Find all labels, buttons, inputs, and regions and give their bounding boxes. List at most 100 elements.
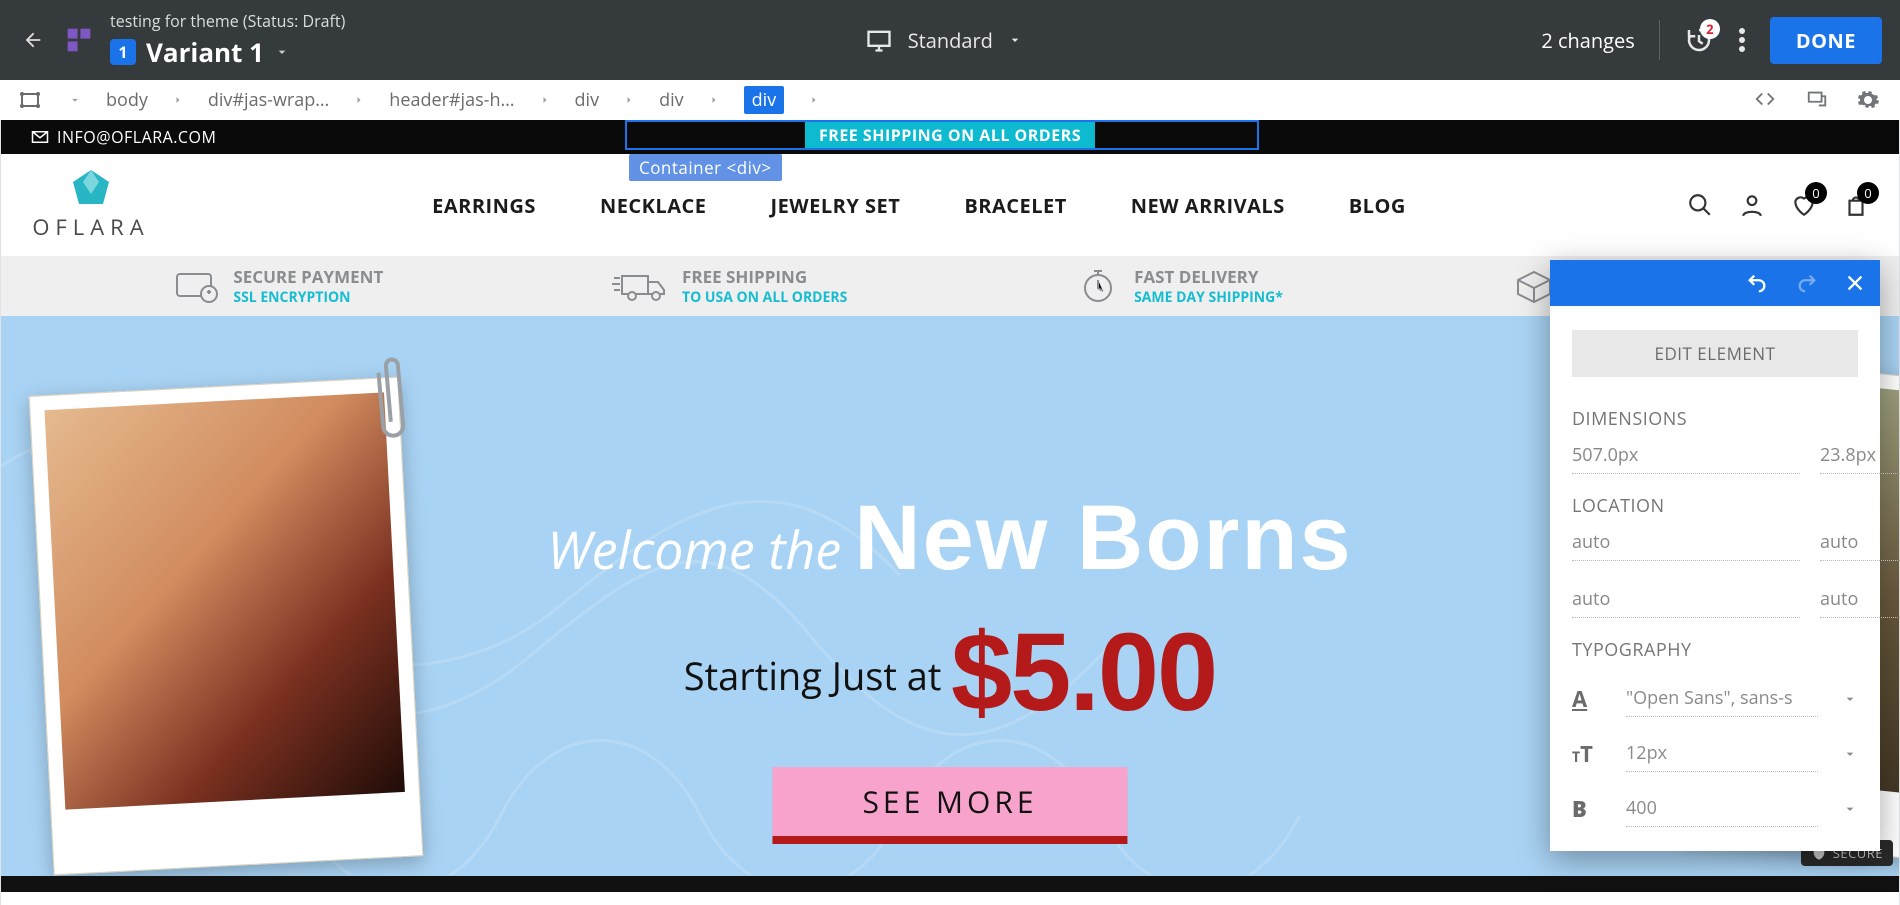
hero-price: $5.00 xyxy=(951,611,1216,734)
devices-icon xyxy=(1804,88,1830,110)
nav-link[interactable]: BLOG xyxy=(1349,192,1406,219)
desktop-icon xyxy=(864,26,894,54)
crumb-item[interactable]: header#jas-h… xyxy=(389,88,514,112)
code-view-button[interactable] xyxy=(1752,88,1778,112)
cart-count-badge: 0 xyxy=(1857,182,1879,204)
page-title-block: testing for theme (Status: Draft) 1 Vari… xyxy=(110,10,345,70)
feature-sub: SAME DAY SHIPPING* xyxy=(1134,288,1283,307)
hero-welcome: Welcome the xyxy=(547,514,841,585)
font-weight-icon: B xyxy=(1572,794,1602,824)
user-icon xyxy=(1739,192,1765,218)
close-panel-button[interactable] xyxy=(1844,272,1866,294)
height-input[interactable] xyxy=(1820,437,1900,474)
nav-link[interactable]: JEWELRY SET xyxy=(770,192,900,219)
feature-item: FAST DELIVERYSAME DAY SHIPPING* xyxy=(1076,265,1283,307)
chevron-right-icon xyxy=(708,94,720,106)
mail-icon xyxy=(31,130,49,144)
app-logo xyxy=(62,23,96,57)
section-location-title: LOCATION xyxy=(1572,494,1858,518)
crumb-item[interactable]: body xyxy=(106,88,148,112)
search-button[interactable] xyxy=(1687,192,1713,218)
section-typography-title: TYPOGRAPHY xyxy=(1572,638,1858,662)
crumb-item[interactable]: div#jas-wrap… xyxy=(208,88,329,112)
font-size-value: 12px xyxy=(1626,735,1818,772)
feature-item: FREE SHIPPINGTO USA ON ALL ORDERS xyxy=(612,265,847,307)
site-header: OFLARA EARRINGS NECKLACE JEWELRY SET BRA… xyxy=(1,154,1899,256)
nav-link[interactable]: BRACELET xyxy=(964,192,1066,219)
feature-sub: SSL ENCRYPTION xyxy=(233,288,383,307)
undo-button[interactable] xyxy=(1744,272,1770,294)
location-left-input[interactable] xyxy=(1820,581,1900,618)
gem-icon xyxy=(69,168,113,208)
edit-element-button[interactable]: EDIT ELEMENT xyxy=(1572,330,1858,377)
font-weight-select[interactable]: B 400 xyxy=(1572,790,1858,827)
history-button[interactable]: 2 xyxy=(1684,25,1714,55)
feature-title: FAST DELIVERY xyxy=(1134,265,1283,288)
chevron-right-icon xyxy=(172,94,184,106)
redo-icon xyxy=(1794,272,1820,294)
section-dimensions-title: DIMENSIONS xyxy=(1572,407,1858,431)
chevron-down-icon[interactable] xyxy=(68,93,82,107)
element-inspector-panel: EDIT ELEMENT DIMENSIONS LOCATION TYPOGRA… xyxy=(1550,260,1880,851)
chevron-down-icon xyxy=(274,44,290,60)
feature-title: SECURE PAYMENT xyxy=(233,265,383,288)
location-bottom-input[interactable] xyxy=(1572,581,1800,618)
crumb-item[interactable]: div xyxy=(659,88,684,112)
undo-icon xyxy=(1744,272,1770,294)
hero-cta-button[interactable]: SEE MORE xyxy=(772,767,1127,836)
font-family-value: "Open Sans", sans-s xyxy=(1626,680,1818,717)
search-icon xyxy=(1687,192,1713,218)
settings-button[interactable] xyxy=(1856,88,1880,112)
device-label: Standard xyxy=(908,27,993,54)
account-button[interactable] xyxy=(1739,192,1765,218)
chevron-right-icon xyxy=(353,94,365,106)
responsive-button[interactable] xyxy=(1804,88,1830,112)
stopwatch-icon xyxy=(1076,268,1120,304)
cart-button[interactable]: 0 xyxy=(1843,192,1869,218)
variant-name: Variant 1 xyxy=(146,34,264,70)
chevron-down-icon xyxy=(1842,691,1858,707)
back-button[interactable] xyxy=(18,29,48,51)
crumb-item[interactable]: div xyxy=(575,88,600,112)
promo-text[interactable]: FREE SHIPPING ON ALL ORDERS xyxy=(805,120,1095,150)
hero-headline: New Borns xyxy=(854,487,1353,589)
nav-link[interactable]: NECKLACE xyxy=(600,192,707,219)
element-hover-label: Container <div> xyxy=(629,154,782,181)
location-top-input[interactable] xyxy=(1572,524,1800,561)
arrow-left-icon xyxy=(22,29,44,51)
font-weight-value: 400 xyxy=(1626,790,1818,827)
select-tool-icon[interactable] xyxy=(20,90,44,110)
variant-selector[interactable]: 1 Variant 1 xyxy=(110,34,345,70)
font-family-select[interactable]: A "Open Sans", sans-s xyxy=(1572,680,1858,717)
device-preview-selector[interactable]: Standard xyxy=(864,26,1023,54)
redo-button[interactable] xyxy=(1794,272,1820,294)
feature-item: SECURE PAYMENTSSL ENCRYPTION xyxy=(175,265,383,307)
nav-link[interactable]: NEW ARRIVALS xyxy=(1131,192,1285,219)
variant-index-badge: 1 xyxy=(110,39,136,65)
gear-icon xyxy=(1856,88,1880,112)
experiment-status-line: testing for theme (Status: Draft) xyxy=(110,10,345,32)
payment-secure-icon xyxy=(175,268,219,304)
close-icon xyxy=(1844,272,1866,294)
crumb-item-selected[interactable]: div xyxy=(744,86,785,114)
nav-link[interactable]: EARRINGS xyxy=(432,192,536,219)
chevron-down-icon xyxy=(1842,746,1858,762)
contact-email[interactable]: INFO@OFLARA.COM xyxy=(31,126,216,148)
feature-sub: TO USA ON ALL ORDERS xyxy=(682,288,847,307)
announcement-bar: INFO@OFLARA.COM FREE SHIPPING ON ALL ORD… xyxy=(1,120,1899,154)
font-size-select[interactable]: TT 12px xyxy=(1572,735,1858,772)
done-button[interactable]: DONE xyxy=(1770,17,1882,64)
chevron-down-icon xyxy=(1842,801,1858,817)
dom-breadcrumb: body div#jas-wrap… header#jas-h… div div… xyxy=(0,80,1900,120)
editor-toolbar: testing for theme (Status: Draft) 1 Vari… xyxy=(0,0,1900,80)
location-right-input[interactable] xyxy=(1820,524,1900,561)
brand-logo[interactable]: OFLARA xyxy=(31,168,151,242)
more-menu-button[interactable] xyxy=(1738,27,1746,53)
wishlist-count-badge: 0 xyxy=(1805,182,1827,204)
chevron-right-icon xyxy=(808,94,820,106)
font-size-icon: TT xyxy=(1572,739,1602,769)
main-nav: EARRINGS NECKLACE JEWELRY SET BRACELET N… xyxy=(151,192,1687,219)
wishlist-button[interactable]: 0 xyxy=(1791,192,1817,218)
changes-count[interactable]: 2 changes xyxy=(1541,27,1634,54)
width-input[interactable] xyxy=(1572,437,1800,474)
